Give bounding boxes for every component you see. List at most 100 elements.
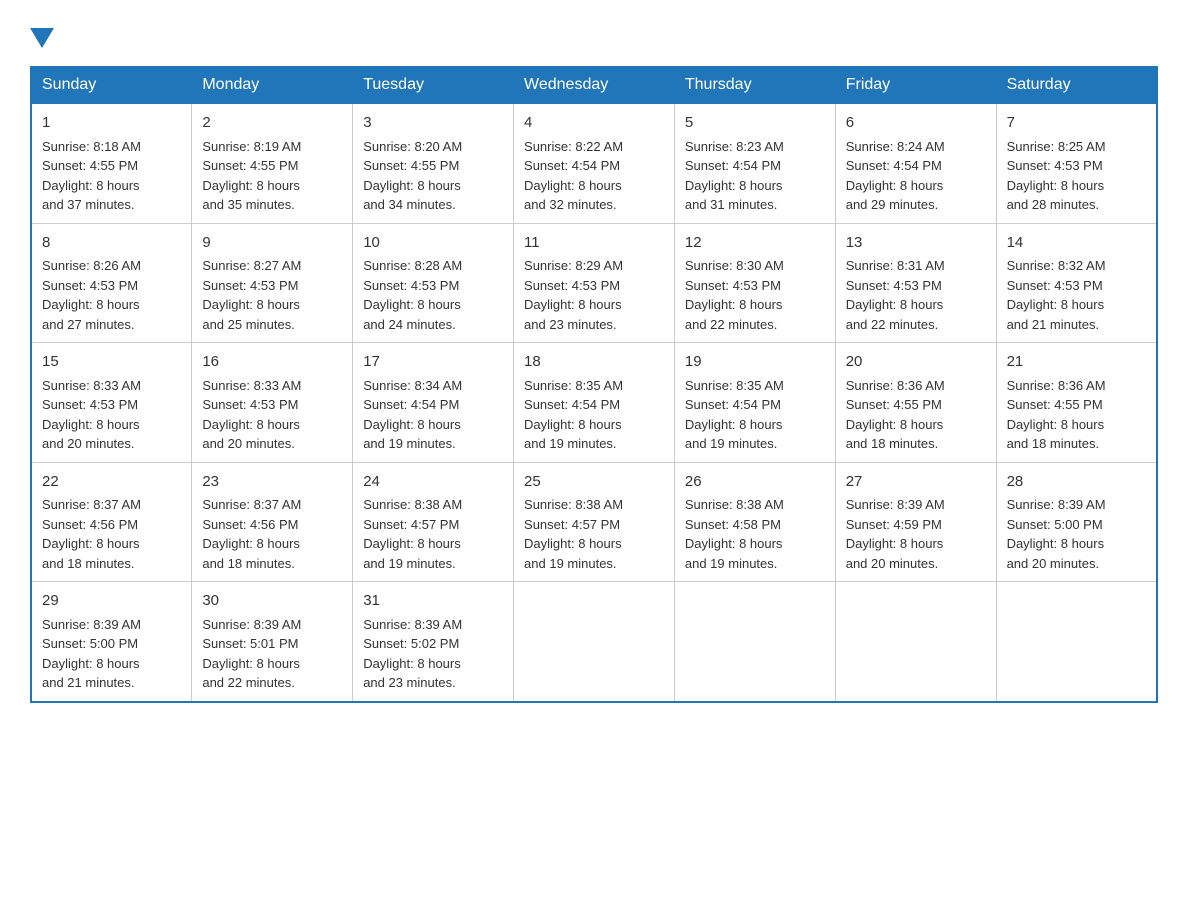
day-number: 25 bbox=[524, 471, 664, 494]
day-info: Sunrise: 8:35 AMSunset: 4:54 PMDaylight:… bbox=[685, 376, 825, 454]
calendar-cell: 26Sunrise: 8:38 AMSunset: 4:58 PMDayligh… bbox=[674, 462, 835, 582]
weekday-header-sunday: Sunday bbox=[31, 67, 192, 103]
day-info: Sunrise: 8:38 AMSunset: 4:57 PMDaylight:… bbox=[524, 495, 664, 573]
day-number: 2 bbox=[202, 112, 342, 135]
day-number: 20 bbox=[846, 351, 986, 374]
calendar-cell: 4Sunrise: 8:22 AMSunset: 4:54 PMDaylight… bbox=[514, 103, 675, 223]
day-info: Sunrise: 8:22 AMSunset: 4:54 PMDaylight:… bbox=[524, 137, 664, 215]
calendar-cell: 12Sunrise: 8:30 AMSunset: 4:53 PMDayligh… bbox=[674, 223, 835, 343]
day-info: Sunrise: 8:33 AMSunset: 4:53 PMDaylight:… bbox=[42, 376, 181, 454]
calendar-cell: 14Sunrise: 8:32 AMSunset: 4:53 PMDayligh… bbox=[996, 223, 1157, 343]
day-number: 11 bbox=[524, 232, 664, 255]
day-info: Sunrise: 8:28 AMSunset: 4:53 PMDaylight:… bbox=[363, 256, 503, 334]
calendar-cell: 5Sunrise: 8:23 AMSunset: 4:54 PMDaylight… bbox=[674, 103, 835, 223]
day-info: Sunrise: 8:31 AMSunset: 4:53 PMDaylight:… bbox=[846, 256, 986, 334]
day-info: Sunrise: 8:37 AMSunset: 4:56 PMDaylight:… bbox=[42, 495, 181, 573]
day-info: Sunrise: 8:23 AMSunset: 4:54 PMDaylight:… bbox=[685, 137, 825, 215]
day-info: Sunrise: 8:36 AMSunset: 4:55 PMDaylight:… bbox=[1007, 376, 1146, 454]
calendar-week-row: 8Sunrise: 8:26 AMSunset: 4:53 PMDaylight… bbox=[31, 223, 1157, 343]
weekday-header-friday: Friday bbox=[835, 67, 996, 103]
day-number: 15 bbox=[42, 351, 181, 374]
day-info: Sunrise: 8:37 AMSunset: 4:56 PMDaylight:… bbox=[202, 495, 342, 573]
calendar-cell bbox=[674, 582, 835, 702]
calendar-cell: 13Sunrise: 8:31 AMSunset: 4:53 PMDayligh… bbox=[835, 223, 996, 343]
calendar-cell bbox=[996, 582, 1157, 702]
weekday-header-wednesday: Wednesday bbox=[514, 67, 675, 103]
day-info: Sunrise: 8:20 AMSunset: 4:55 PMDaylight:… bbox=[363, 137, 503, 215]
day-number: 6 bbox=[846, 112, 986, 135]
day-number: 17 bbox=[363, 351, 503, 374]
day-number: 22 bbox=[42, 471, 181, 494]
calendar-cell: 11Sunrise: 8:29 AMSunset: 4:53 PMDayligh… bbox=[514, 223, 675, 343]
calendar-cell: 7Sunrise: 8:25 AMSunset: 4:53 PMDaylight… bbox=[996, 103, 1157, 223]
weekday-header-row: SundayMondayTuesdayWednesdayThursdayFrid… bbox=[31, 67, 1157, 103]
calendar-cell: 3Sunrise: 8:20 AMSunset: 4:55 PMDaylight… bbox=[353, 103, 514, 223]
day-info: Sunrise: 8:30 AMSunset: 4:53 PMDaylight:… bbox=[685, 256, 825, 334]
day-number: 19 bbox=[685, 351, 825, 374]
calendar-cell: 30Sunrise: 8:39 AMSunset: 5:01 PMDayligh… bbox=[192, 582, 353, 702]
calendar-cell: 18Sunrise: 8:35 AMSunset: 4:54 PMDayligh… bbox=[514, 343, 675, 463]
day-number: 31 bbox=[363, 590, 503, 613]
calendar-cell: 16Sunrise: 8:33 AMSunset: 4:53 PMDayligh… bbox=[192, 343, 353, 463]
calendar-cell: 8Sunrise: 8:26 AMSunset: 4:53 PMDaylight… bbox=[31, 223, 192, 343]
day-info: Sunrise: 8:26 AMSunset: 4:53 PMDaylight:… bbox=[42, 256, 181, 334]
calendar-cell: 25Sunrise: 8:38 AMSunset: 4:57 PMDayligh… bbox=[514, 462, 675, 582]
day-number: 7 bbox=[1007, 112, 1146, 135]
day-info: Sunrise: 8:36 AMSunset: 4:55 PMDaylight:… bbox=[846, 376, 986, 454]
day-info: Sunrise: 8:35 AMSunset: 4:54 PMDaylight:… bbox=[524, 376, 664, 454]
day-number: 12 bbox=[685, 232, 825, 255]
weekday-header-monday: Monday bbox=[192, 67, 353, 103]
weekday-header-saturday: Saturday bbox=[996, 67, 1157, 103]
weekday-header-thursday: Thursday bbox=[674, 67, 835, 103]
calendar-week-row: 22Sunrise: 8:37 AMSunset: 4:56 PMDayligh… bbox=[31, 462, 1157, 582]
calendar-week-row: 1Sunrise: 8:18 AMSunset: 4:55 PMDaylight… bbox=[31, 103, 1157, 223]
day-number: 30 bbox=[202, 590, 342, 613]
calendar-cell: 10Sunrise: 8:28 AMSunset: 4:53 PMDayligh… bbox=[353, 223, 514, 343]
day-number: 4 bbox=[524, 112, 664, 135]
day-info: Sunrise: 8:39 AMSunset: 5:00 PMDaylight:… bbox=[1007, 495, 1146, 573]
calendar-cell: 20Sunrise: 8:36 AMSunset: 4:55 PMDayligh… bbox=[835, 343, 996, 463]
day-number: 13 bbox=[846, 232, 986, 255]
day-info: Sunrise: 8:19 AMSunset: 4:55 PMDaylight:… bbox=[202, 137, 342, 215]
calendar-cell: 1Sunrise: 8:18 AMSunset: 4:55 PMDaylight… bbox=[31, 103, 192, 223]
day-number: 21 bbox=[1007, 351, 1146, 374]
day-info: Sunrise: 8:39 AMSunset: 5:00 PMDaylight:… bbox=[42, 615, 181, 693]
calendar-cell: 27Sunrise: 8:39 AMSunset: 4:59 PMDayligh… bbox=[835, 462, 996, 582]
calendar-cell: 2Sunrise: 8:19 AMSunset: 4:55 PMDaylight… bbox=[192, 103, 353, 223]
calendar-cell: 22Sunrise: 8:37 AMSunset: 4:56 PMDayligh… bbox=[31, 462, 192, 582]
day-info: Sunrise: 8:34 AMSunset: 4:54 PMDaylight:… bbox=[363, 376, 503, 454]
day-number: 9 bbox=[202, 232, 342, 255]
day-info: Sunrise: 8:33 AMSunset: 4:53 PMDaylight:… bbox=[202, 376, 342, 454]
weekday-header-tuesday: Tuesday bbox=[353, 67, 514, 103]
day-info: Sunrise: 8:39 AMSunset: 4:59 PMDaylight:… bbox=[846, 495, 986, 573]
day-info: Sunrise: 8:38 AMSunset: 4:58 PMDaylight:… bbox=[685, 495, 825, 573]
calendar-table: SundayMondayTuesdayWednesdayThursdayFrid… bbox=[30, 66, 1158, 703]
logo-icon bbox=[30, 24, 54, 48]
calendar-cell: 9Sunrise: 8:27 AMSunset: 4:53 PMDaylight… bbox=[192, 223, 353, 343]
day-info: Sunrise: 8:29 AMSunset: 4:53 PMDaylight:… bbox=[524, 256, 664, 334]
calendar-week-row: 15Sunrise: 8:33 AMSunset: 4:53 PMDayligh… bbox=[31, 343, 1157, 463]
calendar-cell: 23Sunrise: 8:37 AMSunset: 4:56 PMDayligh… bbox=[192, 462, 353, 582]
calendar-cell bbox=[835, 582, 996, 702]
day-number: 29 bbox=[42, 590, 181, 613]
day-info: Sunrise: 8:38 AMSunset: 4:57 PMDaylight:… bbox=[363, 495, 503, 573]
day-number: 10 bbox=[363, 232, 503, 255]
calendar-week-row: 29Sunrise: 8:39 AMSunset: 5:00 PMDayligh… bbox=[31, 582, 1157, 702]
day-number: 28 bbox=[1007, 471, 1146, 494]
day-number: 26 bbox=[685, 471, 825, 494]
day-info: Sunrise: 8:25 AMSunset: 4:53 PMDaylight:… bbox=[1007, 137, 1146, 215]
calendar-cell: 28Sunrise: 8:39 AMSunset: 5:00 PMDayligh… bbox=[996, 462, 1157, 582]
day-info: Sunrise: 8:39 AMSunset: 5:01 PMDaylight:… bbox=[202, 615, 342, 693]
day-info: Sunrise: 8:18 AMSunset: 4:55 PMDaylight:… bbox=[42, 137, 181, 215]
day-number: 16 bbox=[202, 351, 342, 374]
day-number: 3 bbox=[363, 112, 503, 135]
logo bbox=[30, 20, 54, 48]
calendar-cell: 24Sunrise: 8:38 AMSunset: 4:57 PMDayligh… bbox=[353, 462, 514, 582]
day-number: 5 bbox=[685, 112, 825, 135]
day-number: 8 bbox=[42, 232, 181, 255]
day-number: 27 bbox=[846, 471, 986, 494]
day-number: 14 bbox=[1007, 232, 1146, 255]
day-info: Sunrise: 8:24 AMSunset: 4:54 PMDaylight:… bbox=[846, 137, 986, 215]
calendar-cell: 19Sunrise: 8:35 AMSunset: 4:54 PMDayligh… bbox=[674, 343, 835, 463]
day-number: 1 bbox=[42, 112, 181, 135]
